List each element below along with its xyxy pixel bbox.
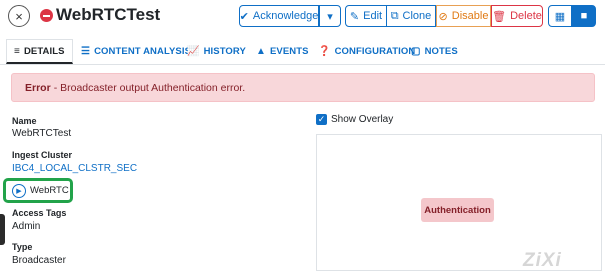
caret-down-icon: ▾	[327, 10, 333, 23]
error-alert: Error - Broadcaster output Authenticatio…	[11, 73, 595, 102]
acknowledge-button[interactable]: ✔ Acknowledge	[239, 5, 319, 27]
grid-view-button[interactable]: ▦	[548, 5, 572, 27]
alert-prefix: Error	[25, 81, 51, 94]
acknowledge-dropdown-button[interactable]: ▾	[319, 5, 341, 27]
page-header: × WebRTCTest ✔ Acknowledge ▾ ✎ Edit ⧉ Cl…	[0, 0, 605, 32]
name-label: Name	[12, 116, 37, 126]
warning-icon: ▲	[256, 46, 266, 57]
cluster-label: Ingest Cluster	[12, 150, 73, 160]
disable-button[interactable]: ⊘ Disable	[436, 5, 491, 27]
zixi-watermark: ZiXi	[523, 250, 562, 271]
folder-button[interactable]: ■	[572, 5, 596, 27]
type-value: Broadcaster	[12, 255, 66, 266]
close-button[interactable]: ×	[8, 5, 30, 27]
pencil-icon: ✎	[349, 10, 360, 23]
type-label: Type	[12, 242, 33, 252]
list-icon: ≡	[14, 45, 20, 57]
note-icon: ▢	[411, 46, 421, 57]
access-tags-label: Access Tags	[12, 208, 67, 218]
play-icon: ▶	[12, 183, 26, 198]
copy-icon: ⧉	[390, 9, 399, 22]
page-title: WebRTCTest	[56, 5, 161, 24]
cluster-link[interactable]: IBC4_LOCAL_CLSTR_SEC	[12, 163, 137, 174]
tab-bar: ≡ DETAILS ☰ CONTENT ANALYSIS 📈 HISTORY ▲…	[0, 39, 605, 65]
name-value: WebRTCTest	[12, 128, 72, 139]
error-status-icon	[40, 9, 53, 22]
ban-icon: ⊘	[438, 10, 448, 23]
sliders-icon: ☰	[81, 46, 91, 57]
tab-history[interactable]: 📈 HISTORY	[187, 39, 246, 64]
tab-configuration[interactable]: ❓ CONFIGURATION	[318, 39, 415, 64]
clone-button[interactable]: ⧉ Clone	[387, 5, 436, 27]
delete-button[interactable]: 🗑 Delete	[491, 5, 543, 27]
tab-notes[interactable]: ▢ NOTES	[411, 39, 458, 64]
webrtc-preview-button[interactable]: ▶ WebRTC	[3, 178, 73, 203]
grid-icon: ▦	[554, 10, 566, 23]
show-overlay-checkbox[interactable]: ✓	[316, 114, 327, 125]
authentication-status-badge: Authentication	[421, 198, 494, 222]
question-icon: ❓	[318, 46, 331, 57]
close-icon: ×	[15, 8, 23, 24]
tab-details[interactable]: ≡ DETAILS	[6, 39, 73, 64]
edit-button[interactable]: ✎ Edit	[345, 5, 387, 27]
alert-message: - Broadcaster output Authentication erro…	[53, 81, 246, 94]
trash-icon: 🗑	[492, 10, 507, 23]
show-overlay-label: Show Overlay	[331, 114, 394, 125]
folder-icon: ■	[580, 10, 588, 22]
side-panel-handle[interactable]	[0, 214, 5, 245]
check-icon: ✔	[239, 10, 249, 23]
access-tags-value: Admin	[12, 221, 41, 232]
tab-content-analysis[interactable]: ☰ CONTENT ANALYSIS	[81, 39, 191, 64]
tab-events[interactable]: ▲ EVENTS	[256, 39, 309, 64]
chart-icon: 📈	[187, 46, 200, 57]
webrtc-label: WebRTC	[30, 185, 69, 196]
